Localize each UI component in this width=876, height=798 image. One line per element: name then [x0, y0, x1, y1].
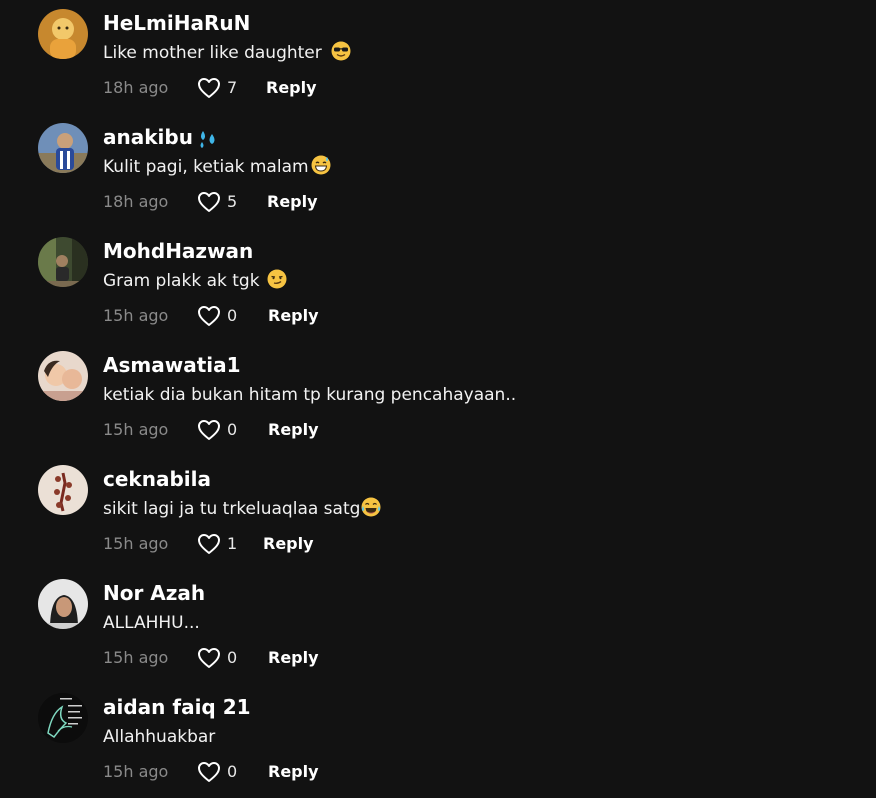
grin-sweat-emoji-icon — [311, 155, 331, 175]
comment-username[interactable]: anakibu — [103, 124, 221, 150]
comment-text-content: Kulit pagi, ketiak malam — [103, 157, 309, 177]
heart-icon — [198, 78, 220, 98]
heart-icon — [198, 306, 220, 326]
heart-icon — [198, 762, 220, 782]
avatar[interactable] — [38, 465, 88, 515]
avatar[interactable] — [38, 9, 88, 59]
avatar[interactable] — [38, 123, 88, 173]
like-count: 5 — [227, 192, 238, 211]
comment-text: Like mother like daughter — [103, 41, 351, 65]
like-button[interactable]: 0 — [197, 646, 237, 670]
comment-text-content: ALLAHHU... — [103, 613, 200, 633]
comment-item: ceknabila sikit lagi ja tu trkeluaqlaa s… — [0, 456, 876, 570]
avatar[interactable] — [38, 351, 88, 401]
like-button[interactable]: 1 — [197, 532, 237, 556]
comment-item: anakibu Kulit pagi, ketiak malam 18h ago… — [0, 114, 876, 228]
comment-timestamp: 15h ago — [103, 762, 169, 781]
avatar[interactable] — [38, 693, 88, 743]
like-button[interactable]: 7 — [197, 76, 237, 100]
reply-button[interactable]: Reply — [266, 76, 317, 100]
comment-item: aidan faiq 21 Allahhuakbar 15h ago 0 Rep… — [0, 684, 876, 798]
like-count: 0 — [227, 306, 238, 325]
comment-username[interactable]: ceknabila — [103, 466, 211, 492]
comment-item: Asmawatia1 ketiak dia bukan hitam tp kur… — [0, 342, 876, 456]
comment-username-text: anakibu — [103, 125, 193, 149]
like-button[interactable]: 0 — [197, 418, 237, 442]
comment-text: ketiak dia bukan hitam tp kurang pencaha… — [103, 383, 516, 407]
avatar[interactable] — [38, 237, 88, 287]
like-count: 0 — [227, 762, 238, 781]
reply-button[interactable]: Reply — [268, 646, 319, 670]
like-count: 0 — [227, 420, 238, 439]
comment-timestamp: 15h ago — [103, 420, 169, 439]
sweat-droplets-icon — [195, 128, 221, 150]
heart-icon — [198, 420, 220, 440]
comment-text-content: Gram plakk ak tgk — [103, 271, 260, 291]
reply-button[interactable]: Reply — [268, 304, 319, 328]
comment-item: HeLmiHaRuN Like mother like daughter 18h… — [0, 0, 876, 114]
comment-text: Kulit pagi, ketiak malam — [103, 155, 331, 179]
comment-text-content: ketiak dia bukan hitam tp kurang pencaha… — [103, 385, 517, 405]
heart-icon — [198, 648, 220, 668]
cool-face-emoji-icon — [331, 41, 351, 61]
comment-text-content: Like mother like daughter — [103, 43, 322, 63]
comment-text: Allahhuakbar — [103, 725, 215, 749]
heart-icon — [198, 192, 220, 212]
comment-username[interactable]: MohdHazwan — [103, 238, 253, 264]
like-count: 0 — [227, 648, 238, 667]
comment-username[interactable]: Asmawatia1 — [103, 352, 241, 378]
comment-username[interactable]: HeLmiHaRuN — [103, 10, 250, 36]
reply-button[interactable]: Reply — [267, 190, 318, 214]
reply-button[interactable]: Reply — [263, 532, 314, 556]
comment-item: MohdHazwan Gram plakk ak tgk 15h ago 0 R… — [0, 228, 876, 342]
reply-button[interactable]: Reply — [268, 760, 319, 784]
comment-timestamp: 15h ago — [103, 648, 169, 667]
comment-text-content: Allahhuakbar — [103, 727, 216, 747]
comment-timestamp: 18h ago — [103, 192, 169, 211]
smirk-emoji-icon — [267, 269, 287, 289]
comment-item: Nor Azah ALLAHHU... 15h ago 0 Reply — [0, 570, 876, 684]
like-button[interactable]: 5 — [197, 190, 237, 214]
like-count: 7 — [227, 78, 238, 97]
like-button[interactable]: 0 — [197, 760, 237, 784]
comment-text: ALLAHHU... — [103, 611, 200, 635]
tears-of-joy-emoji-icon — [361, 497, 381, 517]
comment-timestamp: 15h ago — [103, 306, 169, 325]
reply-button[interactable]: Reply — [268, 418, 319, 442]
avatar[interactable] — [38, 579, 88, 629]
comment-username[interactable]: aidan faiq 21 — [103, 694, 251, 720]
comment-text: sikit lagi ja tu trkeluaqlaa satg — [103, 497, 381, 521]
comment-username[interactable]: Nor Azah — [103, 580, 205, 606]
comment-timestamp: 15h ago — [103, 534, 169, 553]
like-button[interactable]: 0 — [197, 304, 237, 328]
comment-text-content: sikit lagi ja tu trkeluaqlaa satg — [103, 499, 361, 519]
heart-icon — [198, 534, 220, 554]
like-count: 1 — [227, 534, 238, 553]
comment-text: Gram plakk ak tgk — [103, 269, 287, 293]
comment-timestamp: 18h ago — [103, 78, 169, 97]
